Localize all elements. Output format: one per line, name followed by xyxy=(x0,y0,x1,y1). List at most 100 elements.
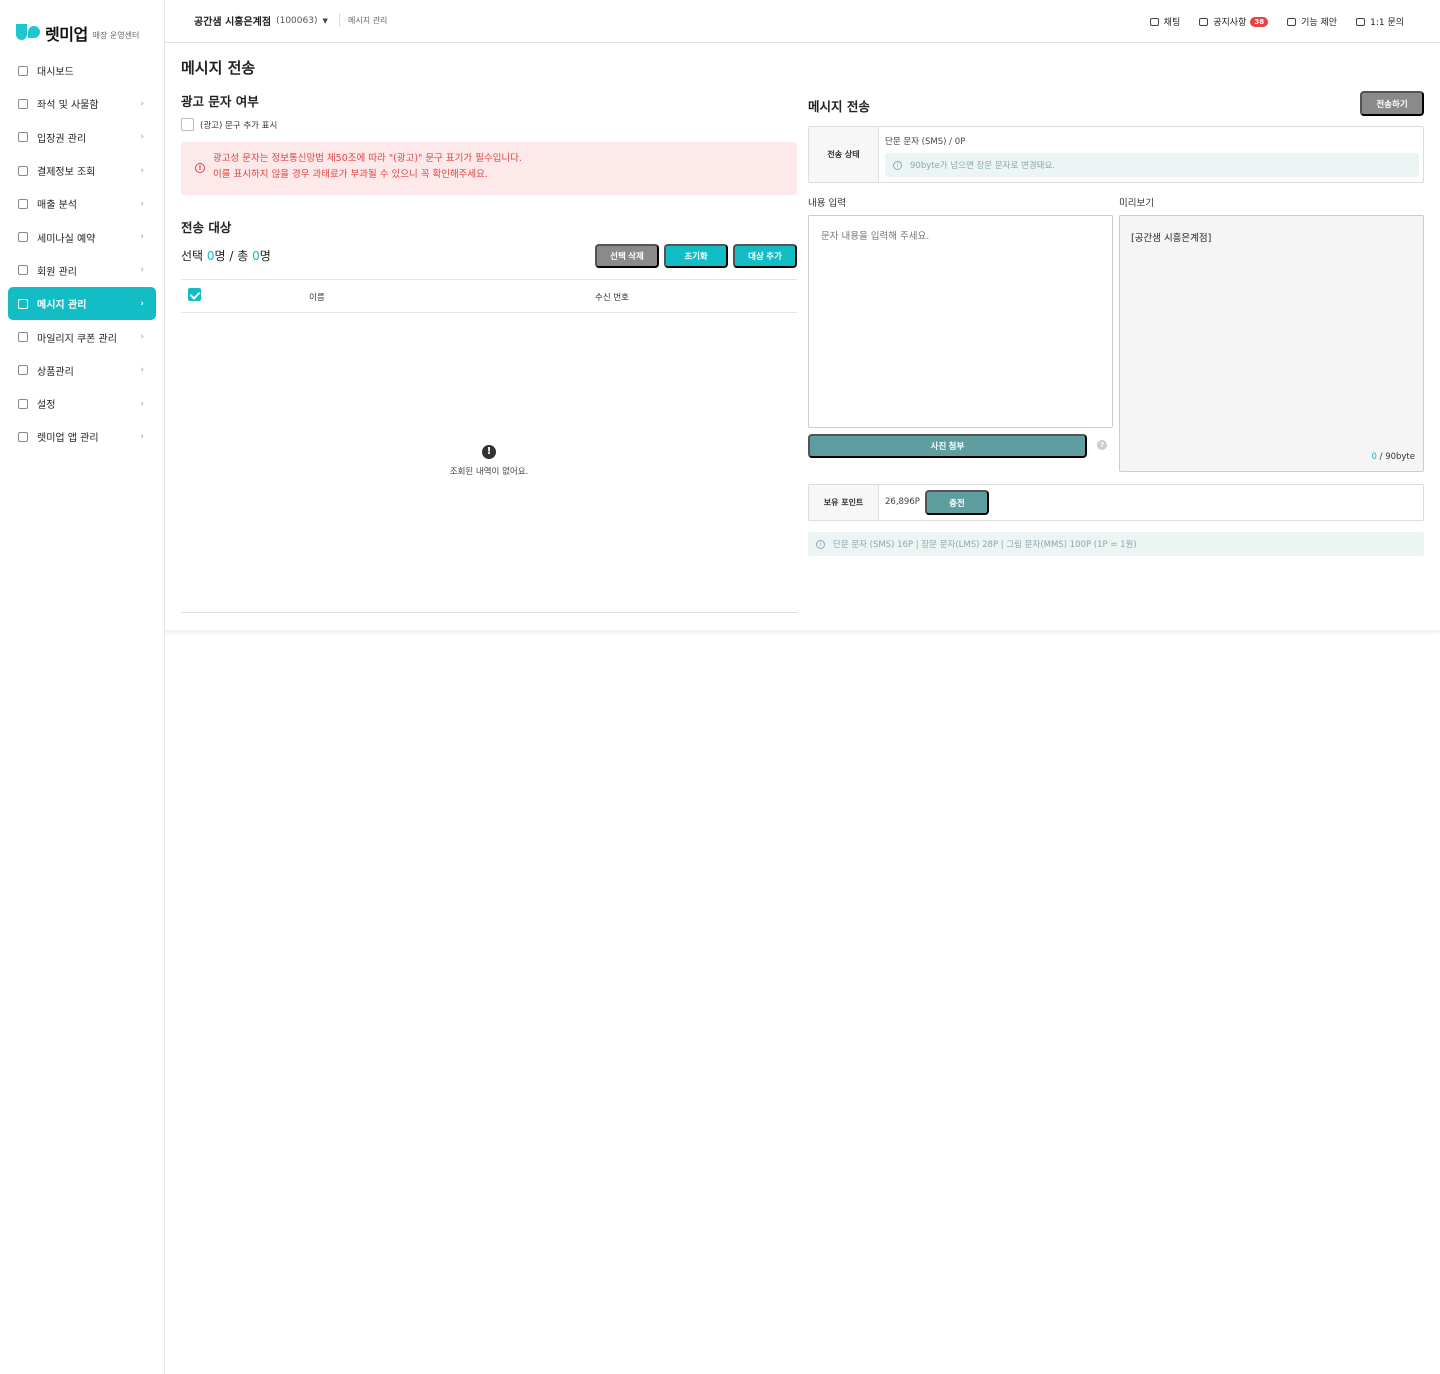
sidebar-item-sales[interactable]: 매출 분석 › xyxy=(8,187,156,220)
chat-box-icon xyxy=(1149,17,1159,26)
logo-mark-icon xyxy=(16,24,40,42)
header-notice-label: 공지사항 xyxy=(1213,18,1247,28)
count-mid: 명 / 총 xyxy=(214,249,253,263)
add-recipient-button[interactable]: 대상 추가 xyxy=(733,244,797,268)
sidebar-item-payments[interactable]: 결제정보 조회 › xyxy=(8,154,156,187)
bell-icon xyxy=(1199,17,1209,26)
ticket-icon xyxy=(18,132,28,143)
sidebar-item-label: 결제정보 조회 xyxy=(37,167,96,179)
chevron-right-icon: › xyxy=(140,232,144,243)
empty-state-text: 조회된 내역이 없어요. xyxy=(449,467,529,477)
mail-icon xyxy=(18,298,28,309)
seat-icon xyxy=(18,98,28,109)
page-title: 메시지 전송 xyxy=(181,59,256,77)
bag-icon xyxy=(18,365,28,376)
chevron-right-icon: › xyxy=(140,265,144,276)
main-panel: 메시지 전송 광고 문자 여부 (광고) 문구 추가 표시 ! 광고성 문자는 … xyxy=(165,43,1440,630)
ad-label-checkbox[interactable]: (광고) 문구 추가 표시 xyxy=(181,118,277,131)
sidebar-item-label: 마일리지 쿠폰 관리 xyxy=(37,333,117,345)
select-all-checkbox[interactable] xyxy=(188,288,201,301)
sidebar-item-tickets[interactable]: 입장권 관리 › xyxy=(8,121,156,154)
target-section-title: 전송 대상 xyxy=(181,220,232,235)
send-status-label: 전송 상태 xyxy=(809,127,879,182)
logo[interactable]: 렛미업 매장 운영센터 xyxy=(16,22,139,44)
alert-line-2: 이를 표시하지 않을 경우 과태료가 부과될 수 있으니 꼭 확인해주세요. xyxy=(213,169,488,180)
chevron-right-icon: › xyxy=(140,165,144,176)
header-notice-link[interactable]: 공지사항 38 xyxy=(1199,15,1269,28)
reset-button[interactable]: 초기화 xyxy=(664,244,728,268)
store-code: (100063) xyxy=(276,15,318,26)
sidebar-item-messages[interactable]: 메시지 관리 › xyxy=(8,287,156,321)
delete-selected-button[interactable]: 선택 삭제 xyxy=(595,244,659,268)
sidebar-item-products[interactable]: 상품관리 › xyxy=(8,354,156,387)
header-menu: 채팅 공지사항 38 기능 제안 1:1 문의 xyxy=(1131,15,1404,28)
header-suggest-link[interactable]: 기능 제안 xyxy=(1287,15,1337,28)
sidebar-item-members[interactable]: 회원 관리 › xyxy=(8,254,156,287)
send-button[interactable]: 전송하기 xyxy=(1360,91,1424,116)
info-icon: i xyxy=(816,539,825,549)
ad-warning-alert: ! 광고성 문자는 정보통신망법 제50조에 따라 "(광고)" 문구 표기가 … xyxy=(181,142,797,195)
apps-icon xyxy=(18,431,28,442)
exclamation-icon: ! xyxy=(482,445,496,459)
ad-section-title: 광고 문자 여부 xyxy=(181,94,259,109)
byte-limit-info: i 90byte가 넘으면 장문 문자로 변경돼요. xyxy=(885,153,1419,177)
count-prefix: 선택 xyxy=(181,249,207,263)
send-status-box: 전송 상태 단문 문자 (SMS) / 0P i 90byte가 넘으면 장문 … xyxy=(808,126,1424,183)
calendar-icon xyxy=(18,232,28,243)
notice-count-badge: 38 xyxy=(1250,16,1269,27)
users-icon xyxy=(18,265,28,276)
chevron-right-icon: › xyxy=(140,332,144,343)
header-inquiry-label: 1:1 문의 xyxy=(1370,18,1404,28)
count-suffix: 명 xyxy=(259,249,271,263)
sidebar-item-dashboard[interactable]: 대시보드 xyxy=(8,54,156,87)
attach-photo-button[interactable]: 사진 첨부 xyxy=(808,434,1087,458)
top-header: 공간샘 시흥은계점 (100063) ▼ 메시지 관리 채팅 공지사항 38 기능… xyxy=(165,0,1440,43)
points-label: 보유 포인트 xyxy=(809,485,879,520)
checkbox-icon[interactable] xyxy=(181,118,194,131)
message-content-input[interactable] xyxy=(808,215,1113,428)
sidebar-item-seats[interactable]: 좌석 및 사물함 › xyxy=(8,87,156,120)
sidebar: 렛미업 매장 운영센터 대시보드 좌석 및 사물함 › 입장권 관리 › 결제정보 … xyxy=(0,0,165,1374)
byte-limit: / 90byte xyxy=(1376,452,1415,462)
chevron-right-icon: › xyxy=(140,398,144,409)
col-phone-header: 수신 번호 xyxy=(595,293,629,303)
store-selector[interactable]: 공간샘 시흥은계점 (100063) ▼ xyxy=(194,13,328,29)
selected-count: 0 xyxy=(206,249,215,263)
sidebar-item-mileage[interactable]: 마일리지 쿠폰 관리 › xyxy=(8,320,156,353)
message-preview: [공간샘 시흥은계점] 0 / 90byte xyxy=(1119,215,1424,472)
sidebar-item-label: 렛미업 앱 관리 xyxy=(37,433,99,445)
card-icon xyxy=(18,165,28,176)
sidebar-item-settings[interactable]: 설정 › xyxy=(8,387,156,420)
alert-line-1: 광고성 문자는 정보통신망법 제50조에 따라 "(광고)" 문구 표기가 필수… xyxy=(213,153,522,164)
preview-byte-counter: 0 / 90byte xyxy=(1372,452,1416,462)
store-name: 공간샘 시흥은계점 xyxy=(194,17,272,28)
sidebar-nav: 대시보드 좌석 및 사물함 › 입장권 관리 › 결제정보 조회 › 매출 분석 › 세… xyxy=(8,54,156,454)
header-chat-link[interactable]: 채팅 xyxy=(1149,15,1180,28)
chevron-right-icon: › xyxy=(140,198,144,209)
sidebar-item-label: 상품관리 xyxy=(37,366,74,378)
sidebar-item-seminar[interactable]: 세미나실 예약 › xyxy=(8,220,156,253)
brand-subtitle: 매장 운영센터 xyxy=(92,30,140,40)
content-input-label: 내용 입력 xyxy=(808,198,846,209)
points-box: 보유 포인트 26,896P 충전 xyxy=(808,484,1424,521)
sidebar-item-label: 대시보드 xyxy=(37,67,74,79)
charge-button[interactable]: 충전 xyxy=(925,490,989,515)
table-bottom-divider xyxy=(181,612,798,613)
sidebar-item-app[interactable]: 렛미업 앱 관리 › xyxy=(8,420,156,453)
recipient-table-header: 이름 수신 번호 xyxy=(181,279,797,313)
header-suggest-label: 기능 제안 xyxy=(1301,18,1338,28)
points-value: 26,896P xyxy=(885,497,920,507)
help-icon[interactable]: ? xyxy=(1097,440,1107,450)
col-name-header: 이름 xyxy=(309,293,325,303)
sidebar-item-label: 설정 xyxy=(37,400,56,412)
send-status-text: 단문 문자 (SMS) / 0P xyxy=(885,137,966,147)
recipient-count: 선택 0명 / 총 0명 xyxy=(181,247,271,264)
send-section-title: 메시지 전송 xyxy=(808,99,870,114)
speech-bubble-icon xyxy=(1356,17,1366,26)
byte-limit-info-text: 90byte가 넘으면 장문 문자로 변경돼요. xyxy=(910,161,1055,171)
price-info: i 단문 문자 (SMS) 16P | 장문 문자(LMS) 28P | 그림 … xyxy=(808,532,1424,556)
header-inquiry-link[interactable]: 1:1 문의 xyxy=(1356,15,1404,28)
preview-label: 미리보기 xyxy=(1119,198,1154,209)
sidebar-item-label: 회원 관리 xyxy=(37,266,77,278)
sidebar-item-label: 매출 분석 xyxy=(37,200,77,212)
